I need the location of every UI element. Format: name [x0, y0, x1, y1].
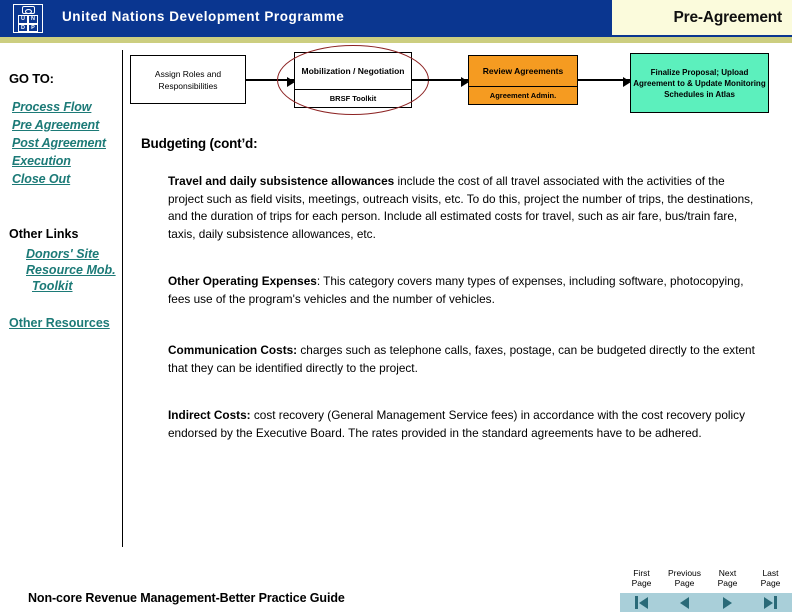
paragraph-communication-lead: Communication Costs: [168, 343, 298, 357]
next-page-icon [723, 596, 732, 609]
first-page-icon [638, 596, 648, 609]
sidebar-item-close-out[interactable]: Close Out [12, 172, 70, 186]
first-page-icon-bar [635, 596, 638, 609]
first-page-button[interactable] [620, 593, 663, 612]
paragraph-other-operating-lead: Other Operating Expenses [168, 274, 317, 288]
sidebar-item-toolkit[interactable]: Toolkit [32, 279, 73, 293]
flow-box-mobilization-subtitle: BRSF Toolkit [295, 89, 411, 107]
flow-box-review-agreements[interactable]: Review Agreements Agreement Admin. [468, 55, 578, 105]
pager-label-first: First Page [631, 568, 652, 588]
previous-page-button[interactable] [663, 593, 706, 612]
pager-bar [620, 593, 792, 612]
content-heading: Budgeting (cont’d: [141, 136, 258, 151]
paragraph-travel-lead: Travel and daily subsistence allowances [168, 174, 395, 188]
flow-box-mobilization-title: Mobilization / Negotiation [301, 65, 405, 76]
flow-box-assign-roles-title: Assign Roles and Responsibilities [154, 68, 222, 91]
sidebar-item-other-resources[interactable]: Other Resources [9, 316, 110, 330]
next-page-button[interactable] [706, 593, 749, 612]
flow-box-review-agreements-title: Review Agreements [482, 65, 564, 76]
document-title: Non-core Revenue Management-Better Pract… [28, 591, 345, 605]
pager-label-last: Last Page [760, 568, 781, 588]
flow-box-mobilization[interactable]: Mobilization / Negotiation BRSF Toolkit [294, 52, 412, 108]
sidebar-item-execution[interactable]: Execution [12, 154, 71, 168]
flow-box-assign-roles[interactable]: Assign Roles and Responsibilities [130, 55, 246, 104]
other-links-heading: Other Links [9, 227, 79, 241]
paragraph-indirect-costs-lead: Indirect Costs: [168, 408, 251, 422]
sidebar-item-post-agreement[interactable]: Post Agreement [12, 136, 106, 150]
pager-labels: First Page Previous Page Next Page Last … [620, 568, 792, 588]
paragraph-other-operating: Other Operating Expenses: This category … [141, 273, 761, 308]
last-page-button[interactable] [749, 593, 792, 612]
paragraph-travel: Travel and daily subsistence allowances … [141, 173, 761, 243]
last-page-icon-bar [774, 596, 777, 609]
flow-box-finalize-proposal[interactable]: Finalize Proposal; Upload Agreement to &… [630, 53, 769, 113]
pager-label-previous: Previous Page [667, 568, 702, 588]
process-flow-diagram: Assign Roles and Responsibilities Mobili… [0, 0, 792, 130]
previous-page-icon [680, 596, 689, 609]
last-page-icon [764, 596, 774, 609]
main-content: Budgeting (cont’d: Travel and daily subs… [141, 136, 761, 442]
paragraph-indirect-costs-body: cost recovery (General Management Servic… [168, 408, 745, 440]
pager-label-next: Next Page [717, 568, 738, 588]
flow-box-finalize-proposal-title: Finalize Proposal; Upload Agreement to &… [633, 67, 766, 99]
sidebar-item-donors-site[interactable]: Donors' Site [26, 247, 99, 261]
flow-arrow-1 [246, 77, 295, 87]
paragraph-communication: Communication Costs: charges such as tel… [141, 342, 761, 377]
sidebar-item-resource-mob[interactable]: Resource Mob. [26, 263, 116, 277]
flow-arrow-3 [578, 77, 631, 87]
paragraph-indirect-costs: Indirect Costs: cost recovery (General M… [141, 407, 761, 442]
flow-box-review-agreements-subtitle: Agreement Admin. [469, 86, 577, 104]
pager: First Page Previous Page Next Page Last … [620, 568, 792, 612]
flow-arrow-2 [412, 77, 469, 87]
